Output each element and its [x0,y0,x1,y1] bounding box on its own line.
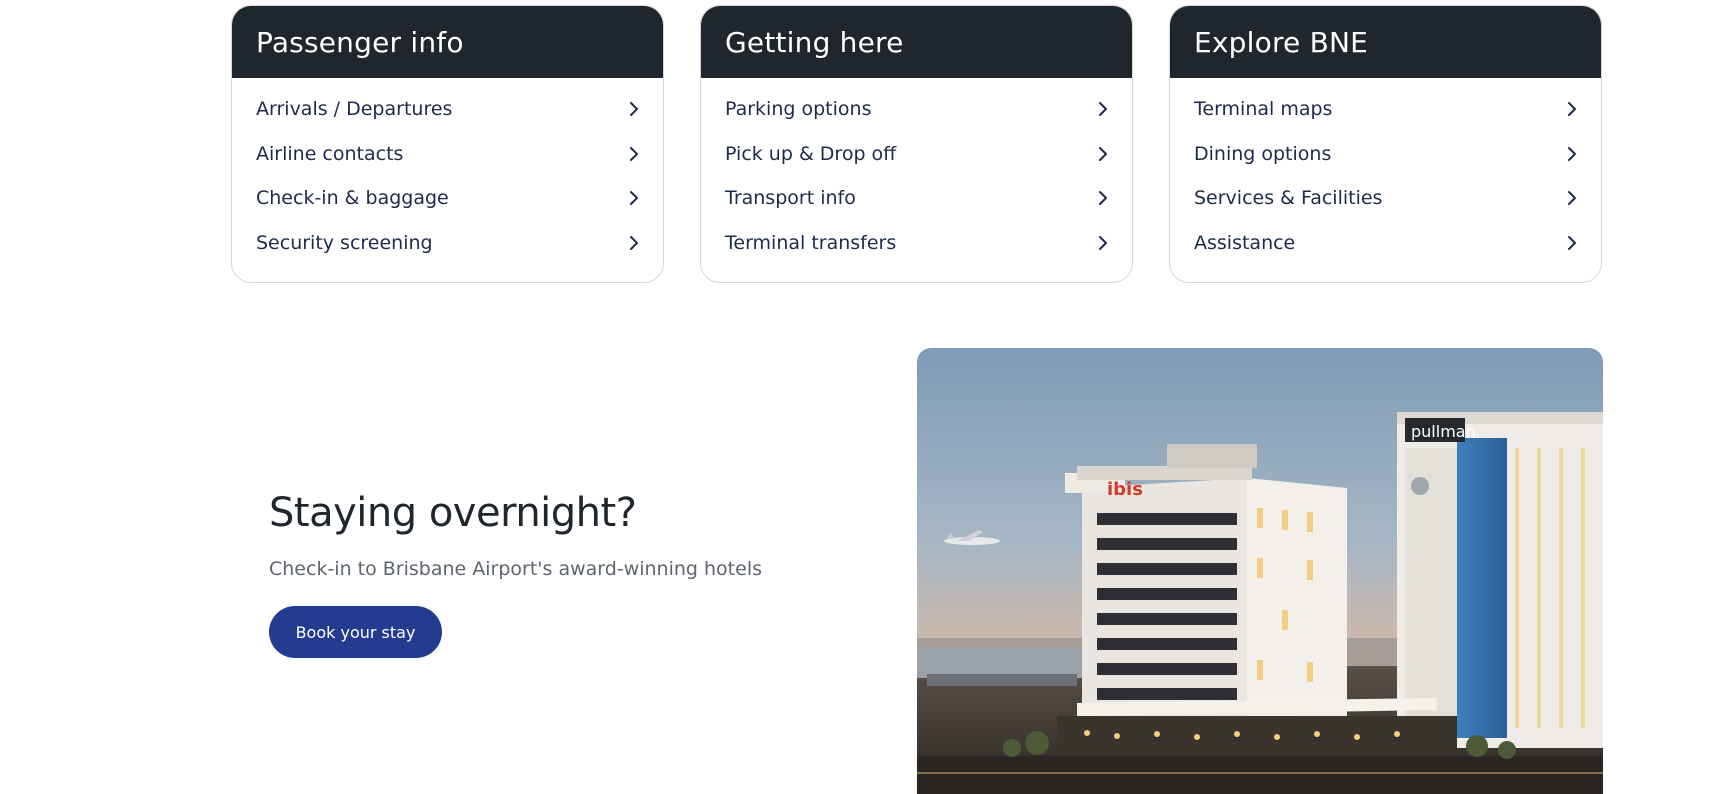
chevron-right-icon [1099,102,1107,117]
card-header: Explore BNE [1170,6,1601,78]
chevron-right-icon [630,102,638,117]
card-header: Getting here [701,6,1132,78]
card-getting-here: Getting here Parking options Pick up & D… [700,5,1133,283]
link-parking-options[interactable]: Parking options [701,87,1132,132]
link-arrivals-departures[interactable]: Arrivals / Departures [232,87,663,132]
link-airline-contacts[interactable]: Airline contacts [232,132,663,177]
chevron-right-icon [1099,235,1107,250]
link-label: Arrivals / Departures [256,98,453,121]
card-explore-bne: Explore BNE Terminal maps Dining options… [1169,5,1602,283]
link-label: Security screening [256,231,433,254]
link-label: Parking options [725,98,872,121]
card-link-list: Terminal maps Dining options Services & … [1170,78,1601,265]
hotel-photo: ibis pullman [917,348,1603,794]
link-label: Pick up & Drop off [725,142,897,165]
link-dining-options[interactable]: Dining options [1170,132,1601,177]
card-header: Passenger info [232,6,663,78]
chevron-right-icon [1568,102,1576,117]
link-pick-up-drop-off[interactable]: Pick up & Drop off [701,132,1132,177]
card-link-list: Parking options Pick up & Drop off Trans… [701,78,1132,265]
link-services-facilities[interactable]: Services & Facilities [1170,176,1601,221]
card-passenger-info: Passenger info Arrivals / Departures Air… [231,5,664,283]
chevron-right-icon [1568,146,1576,161]
link-label: Assistance [1194,231,1296,254]
card-title: Passenger info [256,25,464,59]
chevron-right-icon [630,235,638,250]
link-check-in-baggage[interactable]: Check-in & baggage [232,176,663,221]
promo-heading: Staying overnight? [269,490,637,536]
chevron-right-icon [1568,191,1576,206]
card-link-list: Arrivals / Departures Airline contacts C… [232,78,663,265]
link-label: Services & Facilities [1194,187,1383,210]
card-title: Getting here [725,25,904,59]
link-label: Dining options [1194,142,1332,165]
pullman-sign: pullman [1411,422,1476,441]
card-title: Explore BNE [1194,25,1369,59]
link-label: Terminal transfers [725,231,897,254]
link-terminal-maps[interactable]: Terminal maps [1170,87,1601,132]
link-security-screening[interactable]: Security screening [232,221,663,266]
link-label: Terminal maps [1194,98,1333,121]
link-label: Airline contacts [256,142,404,165]
link-label: Check-in & baggage [256,187,449,210]
chevron-right-icon [630,191,638,206]
link-label: Transport info [725,187,856,210]
chevron-right-icon [630,146,638,161]
chevron-right-icon [1099,191,1107,206]
promo-subtitle: Check-in to Brisbane Airport's award-win… [269,558,762,580]
link-assistance[interactable]: Assistance [1170,221,1601,266]
chevron-right-icon [1099,146,1107,161]
chevron-right-icon [1568,235,1576,250]
book-your-stay-button[interactable]: Book your stay [269,606,442,658]
page: Passenger info Arrivals / Departures Air… [0,0,1725,794]
link-transport-info[interactable]: Transport info [701,176,1132,221]
link-terminal-transfers[interactable]: Terminal transfers [701,221,1132,266]
ibis-sign: ibis [1107,479,1143,500]
